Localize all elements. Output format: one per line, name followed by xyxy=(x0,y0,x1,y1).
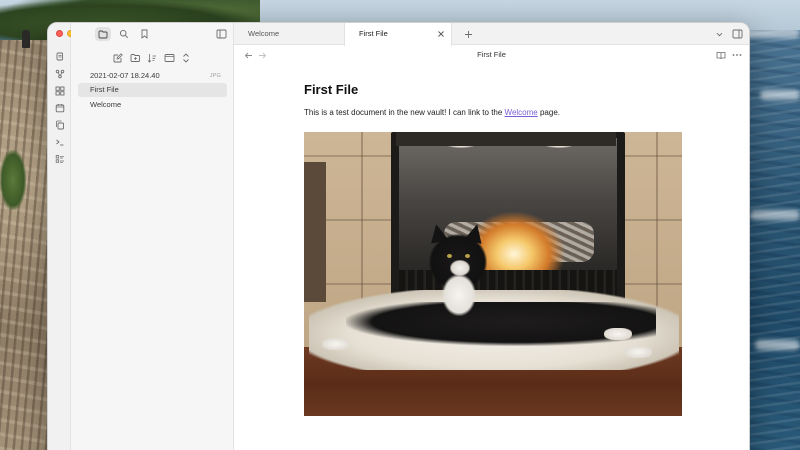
view-title[interactable]: First File xyxy=(234,45,749,65)
tab-welcome[interactable]: Welcome xyxy=(234,23,344,45)
tab-label: Welcome xyxy=(248,29,280,38)
embedded-image xyxy=(304,132,682,416)
document-title: First File xyxy=(304,82,359,97)
file-item-label: Welcome xyxy=(90,100,122,109)
tab-bar: Welcome First File xyxy=(234,23,749,46)
files-icon[interactable] xyxy=(52,49,67,64)
sidebar-left-icon[interactable] xyxy=(213,27,229,41)
sort-icon[interactable] xyxy=(145,51,159,64)
sidebar-right-icon[interactable] xyxy=(730,27,744,40)
close-window-button[interactable] xyxy=(56,30,63,37)
bookmark-icon[interactable] xyxy=(136,27,152,41)
paragraph-text: page. xyxy=(537,108,560,117)
file-item-welcome[interactable]: Welcome xyxy=(78,98,227,112)
view-header: First File xyxy=(234,45,749,65)
hiker-figure xyxy=(22,30,30,48)
file-extension-badge: JPG xyxy=(209,73,221,79)
collapse-icon[interactable] xyxy=(162,51,176,64)
cliff-vegetation xyxy=(0,150,26,210)
folder-icon[interactable] xyxy=(95,27,111,41)
new-tab-icon[interactable] xyxy=(462,28,474,40)
wave-foam xyxy=(760,90,800,100)
new-note-icon[interactable] xyxy=(111,51,125,64)
document-paragraph: This is a test document in the new vault… xyxy=(304,107,684,119)
file-item-image[interactable]: 2021-02-07 18.24.40 JPG xyxy=(78,69,227,83)
more-options-icon[interactable] xyxy=(731,49,743,61)
wave-foam xyxy=(750,210,800,220)
editor-pane: Welcome First File First File First File… xyxy=(234,23,749,450)
search-icon[interactable] xyxy=(116,27,132,41)
copy-icon[interactable] xyxy=(52,117,67,132)
close-icon[interactable] xyxy=(437,30,445,38)
tab-first-file[interactable]: First File xyxy=(344,23,452,46)
chevron-down-icon[interactable] xyxy=(713,28,725,40)
cliff xyxy=(0,40,48,450)
ribbon xyxy=(48,23,85,450)
wave-foam xyxy=(755,340,800,350)
expand-icon[interactable] xyxy=(179,51,193,64)
document-content: First File This is a test document in th… xyxy=(304,81,684,119)
file-item-label: First File xyxy=(90,85,119,94)
paragraph-text: This is a test document in the new vault… xyxy=(304,108,505,117)
tab-label: First File xyxy=(359,29,388,38)
file-item-label: 2021-02-07 18.24.40 xyxy=(90,71,160,80)
graph-icon[interactable] xyxy=(52,66,67,81)
app-window: 2021-02-07 18.24.40 JPG First File Welco… xyxy=(47,22,750,450)
welcome-internal-link[interactable]: Welcome xyxy=(505,108,538,117)
new-folder-icon[interactable] xyxy=(128,51,142,64)
file-item-first-file[interactable]: First File xyxy=(78,83,227,97)
command-palette-icon[interactable] xyxy=(52,134,67,149)
reading-view-icon[interactable] xyxy=(715,49,727,61)
daily-note-icon[interactable] xyxy=(52,100,67,115)
canvas-icon[interactable] xyxy=(52,83,67,98)
templates-icon[interactable] xyxy=(52,151,67,166)
file-explorer-sidebar: 2021-02-07 18.24.40 JPG First File Welco… xyxy=(71,23,234,450)
